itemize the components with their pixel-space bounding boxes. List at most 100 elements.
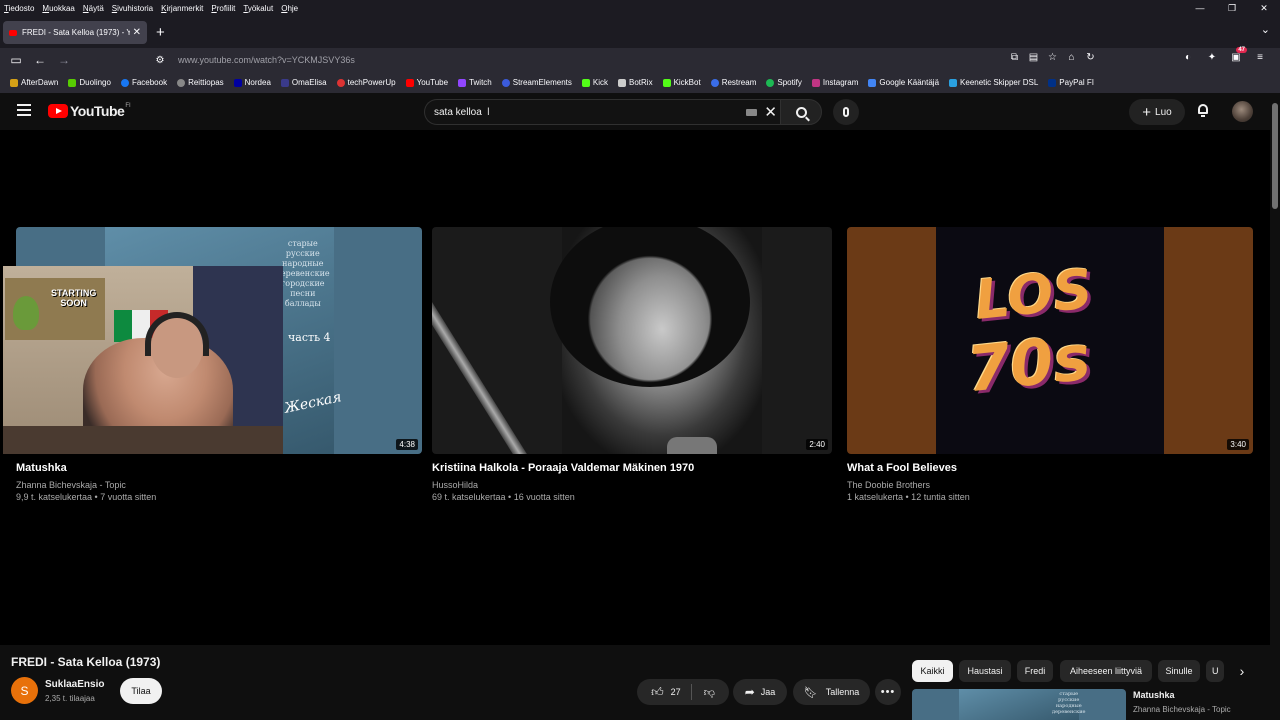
bookmark-google-translate[interactable]: Google Kääntäjä [868, 78, 939, 87]
search-button[interactable] [780, 99, 822, 125]
menu-view[interactable]: Näytä [83, 4, 104, 13]
voice-search-button[interactable] [833, 99, 859, 125]
bookmark-restream[interactable]: Restream [710, 78, 756, 87]
keyboard-icon[interactable] [746, 109, 757, 116]
close-tab-icon[interactable]: ✕ [133, 27, 141, 38]
bookmark-afterdawn[interactable]: AfterDawn [10, 78, 58, 87]
video-thumbnail[interactable]: 2:40 [432, 227, 832, 454]
list-tabs-icon[interactable]: ⌄ [1261, 23, 1270, 36]
bookmark-techpowerup[interactable]: techPowerUp [336, 78, 396, 87]
end-screen-video-3[interactable]: LOS 70s 3:40 What a Fool Believes The Do… [847, 227, 1253, 502]
sidebar-video-thumbnail[interactable]: старые русские народные деревенские [912, 689, 1126, 720]
twitch-icon [458, 78, 467, 87]
account-avatar[interactable] [1232, 101, 1253, 122]
menu-help[interactable]: Ohje [281, 4, 298, 13]
create-button[interactable]: + Luo [1129, 99, 1185, 125]
address-bar-actions: ⧉ ▤ ☆ ⌂ ↻ [1005, 52, 1100, 63]
extensions-icon[interactable]: ✦ [1200, 52, 1224, 63]
search-query[interactable]: sata kelloa [434, 107, 482, 118]
clear-search-icon[interactable]: ✕ [764, 103, 777, 121]
spotify-icon [766, 78, 775, 87]
menu-edit[interactable]: Muokkaa [42, 4, 74, 13]
menu-bookmarks[interactable]: Kirjanmerkit [161, 4, 203, 13]
home-icon[interactable]: ⌂ [1062, 52, 1081, 63]
facebook-icon [120, 78, 129, 87]
sidebar-video-channel[interactable]: Zhanna Bichevskaja - Topic [1133, 705, 1231, 714]
youtube-play-icon [48, 104, 68, 118]
bookmark-duolingo[interactable]: Duolingo [68, 78, 111, 87]
more-actions-button[interactable]: ••• [875, 679, 901, 705]
chip-related[interactable]: Aiheeseen liittyviä [1060, 660, 1152, 682]
menu-bar: Tiedosto Muokkaa Näytä Sivuhistoria Kirj… [0, 0, 1280, 16]
microphone-icon [843, 107, 849, 117]
chip-fredi[interactable]: Fredi [1017, 660, 1053, 682]
bookmark-instagram[interactable]: Instagram [811, 78, 858, 87]
channel-name[interactable]: Zhanna Bichevskaja - Topic [16, 480, 422, 490]
instagram-icon [811, 78, 820, 87]
page-scrollbar[interactable] [1270, 93, 1280, 720]
channel-name[interactable]: HussoHilda [432, 480, 832, 490]
end-screen-video-2[interactable]: 2:40 Kristiina Halkola - Poraaja Valdema… [432, 227, 832, 502]
chip-partial[interactable]: U [1206, 660, 1224, 682]
back-icon[interactable]: ← [28, 50, 52, 70]
chevron-right-icon[interactable]: › [1232, 660, 1252, 682]
subscribe-button[interactable]: Tilaa [120, 678, 162, 704]
downloads-icon[interactable]: ◐ [1176, 52, 1200, 63]
tab-strip: FREDI - Sata Kelloa (1973) - YouTube ✕ +… [0, 16, 1280, 48]
menu-tools[interactable]: Työkalut [243, 4, 273, 13]
bookmark-kickbot[interactable]: KickBot [662, 78, 701, 87]
youtube-logo[interactable]: YouTube FI [48, 103, 131, 119]
bookmark-paypal[interactable]: PayPal FI [1048, 78, 1094, 87]
dislike-button[interactable]: 👎︎ [692, 686, 715, 699]
search-input[interactable]: sata kelloa I ✕ [424, 99, 787, 125]
channel-name-main[interactable]: SuklaaEnsio [45, 679, 104, 690]
bookmark-spotify[interactable]: Spotify [766, 78, 802, 87]
bookmark-streamelements[interactable]: StreamElements [501, 78, 572, 87]
bookmark-star-icon[interactable]: ☆ [1043, 52, 1062, 63]
video-title[interactable]: Matushka [16, 462, 422, 474]
channel-name[interactable]: The Doobie Brothers [847, 480, 1253, 490]
bookmark-facebook[interactable]: Facebook [120, 78, 167, 87]
bookmark-omaelisa[interactable]: OmaElisa [280, 78, 327, 87]
bookmark-reittiopas[interactable]: Reittiopas [177, 78, 224, 87]
close-window-icon[interactable]: ✕ [1248, 0, 1280, 16]
chip-from-search[interactable]: Haustasi [959, 660, 1011, 682]
save-button[interactable]: 🔖︎ Tallenna [793, 679, 870, 705]
channel-avatar[interactable]: S [11, 677, 38, 704]
video-title[interactable]: Kristiina Halkola - Poraaja Valdemar Mäk… [432, 462, 832, 474]
bookmark-keenetic[interactable]: Keenetic Skipper DSL [949, 78, 1038, 87]
app-menu-icon[interactable]: ≡ [1248, 52, 1272, 63]
menu-history[interactable]: Sivuhistoria [112, 4, 153, 13]
chip-all[interactable]: Kaikki [912, 660, 953, 682]
restore-icon[interactable]: ❐ [1216, 0, 1248, 16]
addon-icon[interactable]: ▣ 47 [1224, 47, 1248, 63]
address-bar[interactable]: ⚙ www.youtube.com/watch?v=YCKMJSVY36s [150, 50, 1106, 70]
tab-youtube[interactable]: FREDI - Sata Kelloa (1973) - YouTube ✕ [3, 21, 147, 44]
scrollbar-thumb[interactable] [1272, 103, 1278, 209]
guide-menu-icon[interactable] [17, 104, 31, 116]
bookmark-youtube[interactable]: YouTube [405, 78, 448, 87]
reader-view-icon[interactable]: ▤ [1024, 52, 1043, 63]
picture-in-picture-icon[interactable]: ⧉ [1005, 52, 1024, 63]
poster-text: STARTING SOON [51, 288, 97, 308]
minimize-icon[interactable]: — [1184, 0, 1216, 16]
menu-file[interactable]: Tiedosto [4, 4, 34, 13]
forward-icon[interactable]: → [52, 50, 76, 70]
sidebar-toggle-icon[interactable]: ▭ [4, 50, 28, 70]
bookmark-kick[interactable]: Kick [581, 78, 608, 87]
bookmark-botrix[interactable]: BotRix [618, 78, 653, 87]
sidebar-video-title[interactable]: Matushka [1133, 690, 1175, 700]
bookmark-twitch[interactable]: Twitch [458, 78, 492, 87]
menu-profiles[interactable]: Profiilit [211, 4, 235, 13]
site-info-icon[interactable]: ⚙ [150, 55, 170, 66]
reload-icon[interactable]: ↻ [1081, 52, 1100, 63]
url-text[interactable]: www.youtube.com/watch?v=YCKMJSVY36s [178, 55, 355, 65]
bookmark-nordea[interactable]: Nordea [233, 78, 271, 87]
like-button[interactable]: 👍︎ 27 [651, 684, 692, 700]
notifications-bell-icon[interactable] [1196, 103, 1210, 117]
new-tab-icon[interactable]: + [156, 24, 165, 41]
video-thumbnail[interactable]: LOS 70s 3:40 [847, 227, 1253, 454]
video-title[interactable]: What a Fool Believes [847, 462, 1253, 474]
share-button[interactable]: ➦ Jaa [733, 679, 787, 705]
chip-for-you[interactable]: Sinulle [1158, 660, 1200, 682]
